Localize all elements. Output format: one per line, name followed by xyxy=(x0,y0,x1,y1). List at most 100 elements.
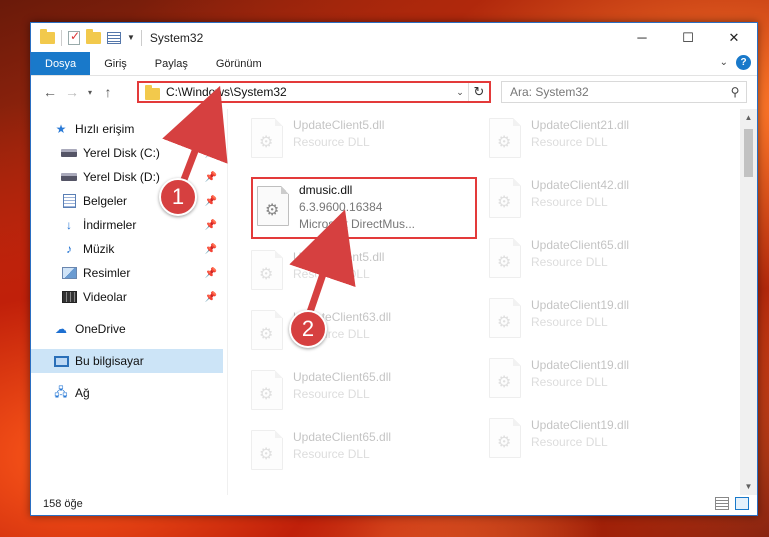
title-bar: ▼ System32 ─ ☐ ✕ xyxy=(31,23,757,52)
documents-icon xyxy=(62,194,76,208)
folder-icon xyxy=(40,28,55,44)
file-tile[interactable]: ⚙ UpdateClient42.dll Resource DLL xyxy=(469,169,695,227)
file-description: Resource DLL xyxy=(531,135,608,149)
file-description: Resource DLL xyxy=(531,375,608,389)
new-folder-icon[interactable] xyxy=(86,28,101,44)
chevron-down-icon[interactable]: ⌄ xyxy=(452,87,468,98)
sidebar-item-label: Hızlı erişim xyxy=(75,122,135,136)
status-bar: 158 öğe xyxy=(31,493,757,515)
tab-home[interactable]: Giriş xyxy=(90,52,141,75)
gear-icon: ⚙ xyxy=(265,202,280,219)
gear-icon: ⚙ xyxy=(497,374,512,391)
properties-check-icon[interactable] xyxy=(68,29,80,45)
sidebar-item-label: Videolar xyxy=(83,290,127,304)
search-input[interactable] xyxy=(510,85,724,99)
dll-file-icon: ⚙ xyxy=(251,118,283,158)
file-name: UpdateClient5.dll xyxy=(293,118,385,132)
chevron-down-icon[interactable]: ▼ xyxy=(127,33,135,42)
file-description: Resource DLL xyxy=(293,267,370,281)
details-view-icon[interactable] xyxy=(715,497,729,510)
customize-toolbar-icon[interactable] xyxy=(107,31,121,44)
callout-one: 1 xyxy=(159,178,197,216)
refresh-icon[interactable]: ↻ xyxy=(469,84,489,100)
address-bar[interactable]: C:\Windows\System32 ⌄ ↻ xyxy=(137,81,491,103)
back-button[interactable]: ← xyxy=(39,84,61,100)
sidebar-item-label: Yerel Disk (D:) xyxy=(83,170,160,184)
sidebar-item-label: İndirmeler xyxy=(83,218,137,232)
dll-file-icon: ⚙ xyxy=(489,118,521,158)
up-button[interactable]: ↑ xyxy=(97,84,119,100)
folder-icon xyxy=(145,84,160,100)
sidebar-item-downloads[interactable]: ↓ İndirmeler 📌 xyxy=(31,213,223,237)
pin-icon[interactable]: 📌 xyxy=(205,196,217,207)
computer-icon xyxy=(53,355,69,367)
dll-file-icon: ⚙ xyxy=(257,186,289,226)
tab-share[interactable]: Paylaş xyxy=(141,52,202,75)
sidebar-item-disk-d[interactable]: Yerel Disk (D:) 📌 xyxy=(31,165,223,189)
sidebar-item-network[interactable]: 🖧 Ağ xyxy=(31,381,223,405)
search-box[interactable]: ⚲ xyxy=(501,81,747,103)
file-tile[interactable]: ⚙ UpdateClient5.dll Resource DLL xyxy=(231,109,457,167)
close-button[interactable]: ✕ xyxy=(711,23,757,52)
file-tile[interactable]: ⚙ UpdateClient21.dll Resource DLL xyxy=(469,109,695,167)
drive-icon xyxy=(61,149,77,157)
file-tile[interactable]: ⚙ UpdateClient19.dll Resource DLL xyxy=(469,289,695,347)
file-tile[interactable]: ⚙ UpdateClient63.dll Resource DLL xyxy=(231,301,457,359)
file-name: UpdateClient19.dll xyxy=(531,418,630,432)
pin-icon[interactable]: 📌 xyxy=(205,292,217,303)
network-icon: 🖧 xyxy=(54,384,68,399)
sidebar-item-label: Belgeler xyxy=(83,194,128,208)
sidebar-item-label: Bu bilgisayar xyxy=(75,354,144,368)
chevron-down-icon[interactable]: ⌄ xyxy=(720,57,728,68)
navigation-bar: ← → ▾ ↑ C:\Windows\System32 ⌄ ↻ ⚲ xyxy=(31,76,757,108)
dll-file-icon: ⚙ xyxy=(489,238,521,278)
pin-icon[interactable]: 📌 xyxy=(205,172,217,183)
sidebar-item-disk-c[interactable]: Yerel Disk (C:) 📌 xyxy=(31,141,223,165)
help-button[interactable]: ? xyxy=(736,55,751,70)
file-tile[interactable]: ⚙ UpdateClient19.dll Resource DLL xyxy=(469,349,695,407)
file-name: dmusic.dll xyxy=(299,183,353,197)
sidebar-item-pictures[interactable]: Resimler 📌 xyxy=(31,261,223,285)
sidebar-item-videos[interactable]: Videolar 📌 xyxy=(31,285,223,309)
tab-view[interactable]: Görünüm xyxy=(202,52,276,75)
dll-file-icon: ⚙ xyxy=(489,358,521,398)
sidebar-item-this-pc[interactable]: Bu bilgisayar xyxy=(31,349,223,373)
callout-two: 2 xyxy=(289,310,327,348)
tiles-view-icon[interactable] xyxy=(735,497,749,510)
maximize-button[interactable]: ☐ xyxy=(665,23,711,52)
sidebar-item-label: Müzik xyxy=(83,242,115,256)
pin-icon[interactable]: 📌 xyxy=(205,244,217,255)
pictures-icon xyxy=(61,267,77,279)
recent-locations-button[interactable]: ▾ xyxy=(83,88,97,97)
file-tile[interactable]: ⚙ UpdateClient65.dll Resource DLL xyxy=(231,421,457,479)
videos-icon xyxy=(61,291,77,303)
vertical-scrollbar[interactable]: ▲ ▼ xyxy=(740,109,757,495)
sidebar-item-music[interactable]: ♪ Müzik 📌 xyxy=(31,237,223,261)
explorer-body: ★ Hızlı erişim Yerel Disk (C:) 📌 Yerel D… xyxy=(31,109,757,495)
file-tile[interactable]: ⚙ UpdateClient65.dll Resource DLL xyxy=(469,229,695,287)
pin-icon[interactable]: 📌 xyxy=(205,148,217,159)
sidebar-item-onedrive[interactable]: ☁ OneDrive xyxy=(31,317,223,341)
file-tile[interactable]: ⚙ UpdateClient65.dll Resource DLL xyxy=(231,361,457,419)
quick-access-toolbar: ▼ xyxy=(31,28,142,46)
pin-icon[interactable]: 📌 xyxy=(205,220,217,231)
file-tile-dmusic[interactable]: ⚙ dmusic.dll 6.3.9600.16384 Microsoft Dire… xyxy=(251,177,477,239)
scrollbar-thumb[interactable] xyxy=(744,129,753,177)
scroll-up-icon[interactable]: ▲ xyxy=(740,109,757,126)
search-icon[interactable]: ⚲ xyxy=(724,85,746,99)
sidebar-item-label: Resimler xyxy=(83,266,131,280)
cloud-icon: ☁ xyxy=(55,322,67,336)
pin-icon[interactable]: 📌 xyxy=(205,268,217,279)
minimize-button[interactable]: ─ xyxy=(619,23,665,52)
tab-file[interactable]: Dosya xyxy=(31,52,91,75)
file-name: UpdateClient5.dll xyxy=(293,250,385,264)
file-description: Microsoft DirectMus... xyxy=(299,217,416,231)
file-version: 6.3.9600.16384 xyxy=(299,200,383,214)
gear-icon: ⚙ xyxy=(497,434,512,451)
forward-button[interactable]: → xyxy=(61,84,83,100)
star-icon: ★ xyxy=(55,122,67,136)
sidebar-item-quick-access[interactable]: ★ Hızlı erişim xyxy=(31,117,223,141)
file-tile[interactable]: ⚙ UpdateClient5.dll Resource DLL xyxy=(231,241,457,299)
address-path[interactable]: C:\Windows\System32 xyxy=(166,85,452,99)
file-tile[interactable]: ⚙ UpdateClient19.dll Resource DLL xyxy=(469,409,695,467)
